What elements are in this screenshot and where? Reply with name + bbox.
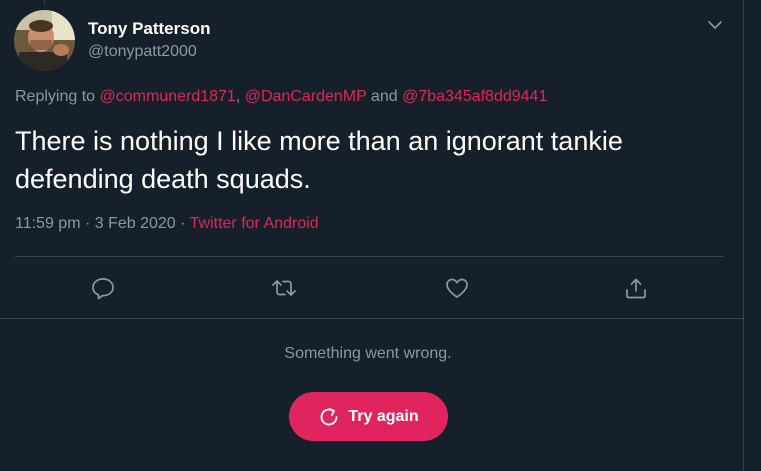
- meta-dot: ·: [80, 215, 95, 232]
- meta-dot: ·: [175, 215, 190, 232]
- tweet-text: There is nothing I like more than an ign…: [15, 126, 623, 194]
- tweet-source[interactable]: Twitter for Android: [190, 215, 319, 232]
- mention-separator: ,: [235, 88, 245, 105]
- reply-icon[interactable]: [90, 276, 116, 300]
- try-again-label: Try again: [348, 407, 419, 425]
- mention-and: and: [366, 88, 403, 105]
- mention-link[interactable]: @DanCardenMP: [245, 88, 367, 105]
- more-options-chevron-down-icon[interactable]: [704, 16, 726, 34]
- mention-link[interactable]: @7ba345af8dd9441: [402, 88, 547, 105]
- avatar[interactable]: [14, 10, 75, 71]
- error-message: Something went wrong.: [284, 345, 452, 362]
- tweet-date[interactable]: 3 Feb 2020: [95, 215, 176, 232]
- page: Tony Patterson @tonypatt2000 Replying to…: [0, 0, 761, 471]
- column-border: [743, 0, 744, 471]
- tweet-time[interactable]: 11:59 pm: [15, 215, 81, 232]
- replying-prefix: Replying to: [15, 88, 100, 105]
- divider: [15, 256, 724, 257]
- mention-link[interactable]: @communerd1871: [100, 88, 236, 105]
- refresh-icon: [318, 406, 340, 428]
- share-icon[interactable]: [623, 276, 649, 300]
- author-name[interactable]: Tony Patterson: [88, 19, 210, 39]
- replying-to: Replying to @communerd1871, @DanCardenMP…: [15, 88, 547, 106]
- author-handle[interactable]: @tonypatt2000: [88, 43, 197, 61]
- try-again-button[interactable]: Try again: [289, 392, 448, 441]
- like-icon[interactable]: [444, 276, 470, 300]
- retweet-icon[interactable]: [271, 276, 297, 300]
- tweet: Tony Patterson @tonypatt2000 Replying to…: [0, 0, 743, 319]
- tweet-meta: 11:59 pm · 3 Feb 2020 · Twitter for Andr…: [15, 215, 319, 233]
